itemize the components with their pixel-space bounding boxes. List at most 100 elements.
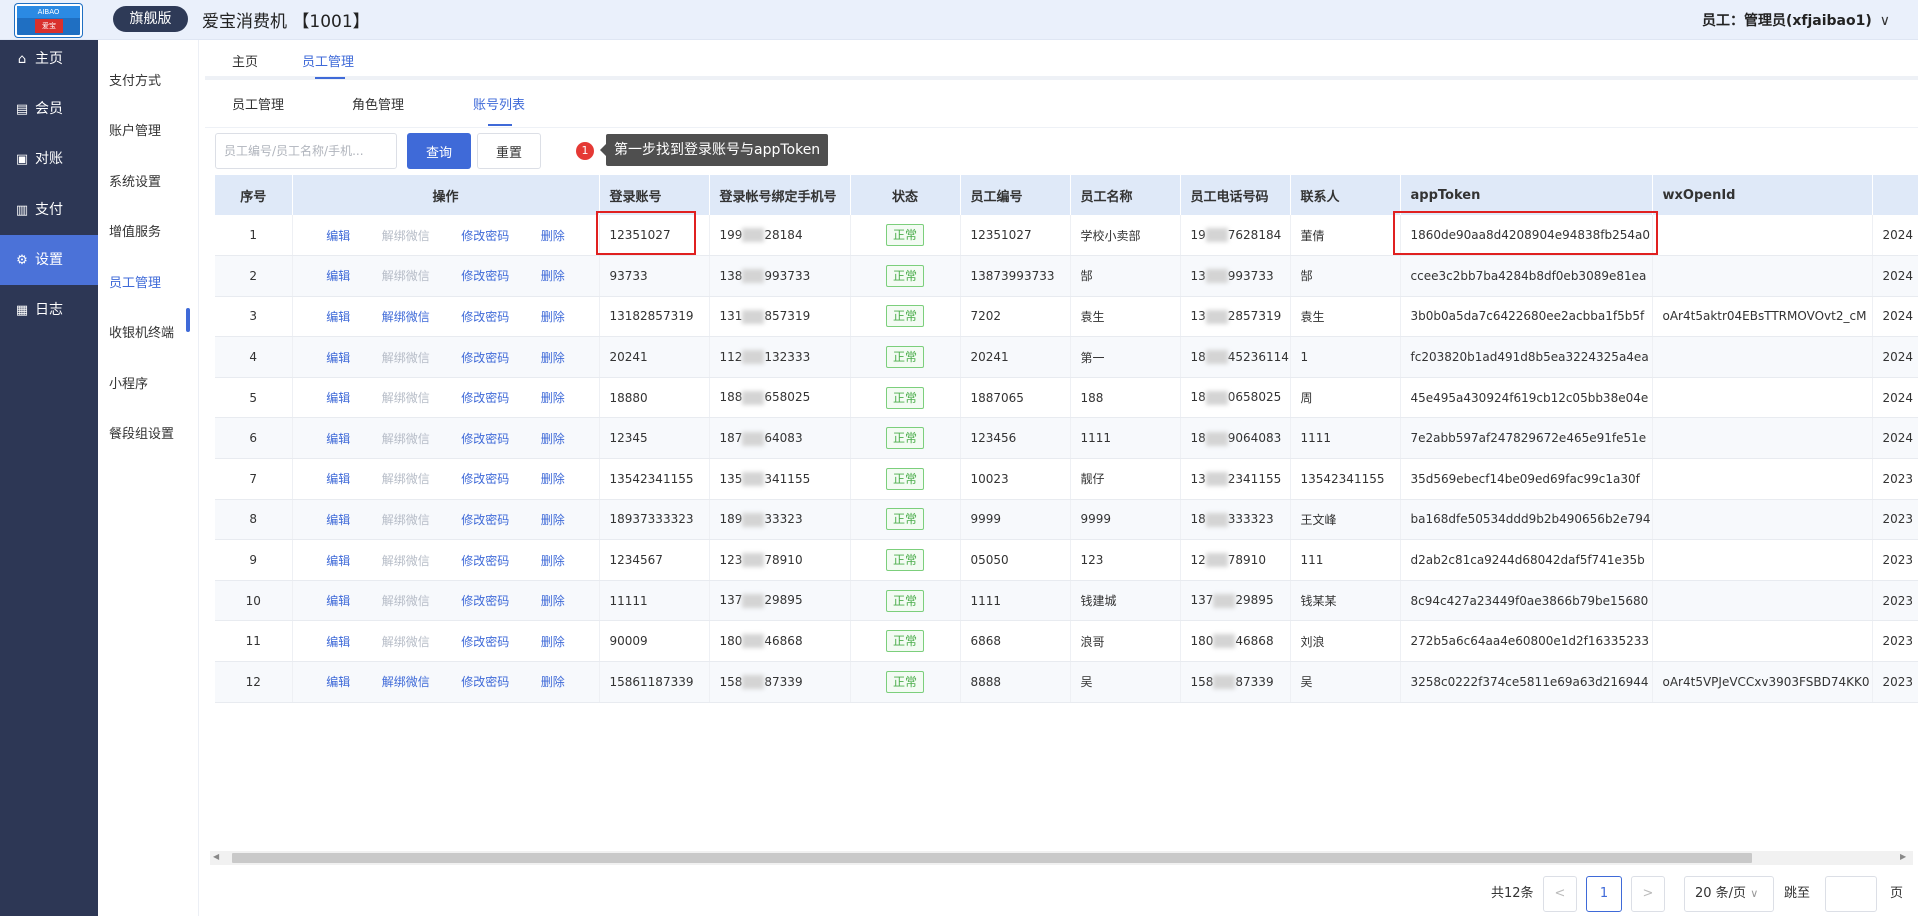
nav-item-2[interactable]: ▣ 对账 — [0, 134, 98, 184]
redacted-block — [1205, 228, 1228, 243]
delete-link[interactable]: 删除 — [541, 470, 565, 487]
delete-link[interactable]: 删除 — [541, 308, 565, 325]
nav-item-1[interactable]: ▤ 会员 — [0, 84, 98, 134]
change-password-link[interactable]: 修改密码 — [461, 511, 509, 528]
edit-link[interactable]: 编辑 — [326, 592, 350, 609]
submenu-item-1[interactable]: 账户管理 — [109, 120, 161, 139]
submenu-item-2[interactable]: 系统设置 — [109, 171, 161, 190]
cell-login: 13542341155 — [599, 458, 710, 500]
cell-wxopenid: oAr4t5aktr04EBsTTRMOVOvt2_cM — [1652, 296, 1873, 338]
submenu-item-4[interactable]: 员工管理 — [109, 272, 161, 291]
change-password-link[interactable]: 修改密码 — [461, 227, 509, 244]
unbind-wechat-link[interactable]: 解绑微信 — [382, 308, 430, 325]
edit-link[interactable]: 编辑 — [326, 389, 350, 406]
aibao-logo: AIBAO 爱宝 — [15, 4, 82, 37]
tab-account-list[interactable]: 账号列表 — [473, 94, 525, 113]
cell-actions: 编辑 解绑微信 修改密码 删除 — [292, 336, 600, 378]
cell-actions: 编辑 解绑微信 修改密码 删除 — [292, 458, 600, 500]
cell-emptel: 137 29895 — [1180, 580, 1291, 622]
delete-link[interactable]: 删除 — [541, 349, 565, 366]
change-password-link[interactable]: 修改密码 — [461, 267, 509, 284]
change-password-link[interactable]: 修改密码 — [461, 592, 509, 609]
edit-link[interactable]: 编辑 — [326, 349, 350, 366]
edit-link[interactable]: 编辑 — [326, 673, 350, 690]
row-actions: 编辑 解绑微信 修改密码 删除 — [303, 552, 589, 569]
delete-link[interactable]: 删除 — [541, 673, 565, 690]
next-page-button[interactable]: > — [1631, 876, 1665, 912]
cell-actions: 编辑 解绑微信 修改密码 删除 — [292, 377, 600, 419]
submenu-item-7[interactable]: 餐段组设置 — [109, 423, 174, 442]
submenu-item-6[interactable]: 小程序 — [109, 373, 148, 392]
user-menu[interactable]: 员工：管理员(xfjaibao1) ∨ — [1702, 10, 1890, 30]
edit-link[interactable]: 编辑 — [326, 633, 350, 650]
delete-link[interactable]: 删除 — [541, 389, 565, 406]
submenu-item-0[interactable]: 支付方式 — [109, 70, 161, 89]
tab-home[interactable]: 主页 — [232, 51, 258, 70]
nav-item-3[interactable]: ▥ 支付 — [0, 185, 98, 235]
cell-login: 11111 — [599, 580, 710, 622]
unbind-wechat-link[interactable]: 解绑微信 — [382, 673, 430, 690]
edit-link[interactable]: 编辑 — [326, 308, 350, 325]
edit-link[interactable]: 编辑 — [326, 511, 350, 528]
tel-suffix: 333323 — [1227, 512, 1274, 527]
nav-item-label: 主页 — [35, 51, 63, 67]
account-table: 序号 操作 登录账号 登录帐号绑定手机号 状态 员工编号 员工名称 员工电话号码… — [215, 175, 1918, 703]
change-password-link[interactable]: 修改密码 — [461, 470, 509, 487]
change-password-link[interactable]: 修改密码 — [461, 430, 509, 447]
change-password-link[interactable]: 修改密码 — [461, 633, 509, 650]
edit-link[interactable]: 编辑 — [326, 552, 350, 569]
page-size-select[interactable]: 20 条/页 ∨ — [1684, 876, 1774, 912]
tab-employee-management[interactable]: 员工管理 — [302, 51, 354, 70]
redacted-block — [742, 512, 765, 527]
horizontal-scrollbar-thumb[interactable] — [232, 853, 1752, 863]
reset-button[interactable]: 重置 — [477, 133, 541, 169]
tel-prefix: 13 — [1190, 309, 1206, 324]
delete-link[interactable]: 删除 — [541, 267, 565, 284]
delete-link[interactable]: 删除 — [541, 633, 565, 650]
cell-bound-phone: 158 87339 — [709, 661, 851, 703]
redacted-block — [1205, 390, 1228, 405]
edit-link[interactable]: 编辑 — [326, 267, 350, 284]
delete-link[interactable]: 删除 — [541, 511, 565, 528]
change-password-link[interactable]: 修改密码 — [461, 389, 509, 406]
goto-page-input[interactable] — [1825, 876, 1877, 912]
delete-link[interactable]: 删除 — [541, 227, 565, 244]
change-password-link[interactable]: 修改密码 — [461, 349, 509, 366]
cell-wxopenid — [1652, 215, 1873, 257]
col-header-empname: 员工名称 — [1070, 175, 1181, 215]
submenu-item-5[interactable]: 收银机终端 — [109, 322, 174, 341]
member-icon: ▤ — [15, 102, 29, 117]
change-password-link[interactable]: 修改密码 — [461, 552, 509, 569]
submenu-item-3[interactable]: 增值服务 — [109, 221, 161, 240]
search-input[interactable] — [215, 133, 397, 169]
edit-link[interactable]: 编辑 — [326, 470, 350, 487]
cell-empname: 第一 — [1070, 336, 1181, 378]
cell-emptel: 180 46868 — [1180, 620, 1291, 663]
row-actions: 编辑 解绑微信 修改密码 删除 — [303, 349, 589, 366]
cell-wxopenid — [1652, 458, 1873, 500]
prev-page-button[interactable]: < — [1543, 876, 1577, 912]
edit-link[interactable]: 编辑 — [326, 430, 350, 447]
page-number-button[interactable]: 1 — [1586, 876, 1622, 912]
cell-empno: 123456 — [960, 417, 1071, 460]
nav-item-4[interactable]: ⚙ 设置 — [0, 235, 98, 285]
table-row: 6 编辑 解绑微信 修改密码 删除 12345 187 64083 正常 123456 1111 18… — [215, 417, 1918, 460]
change-password-link[interactable]: 修改密码 — [461, 308, 509, 325]
scroll-right-icon[interactable]: ▶ — [1900, 852, 1906, 861]
col-header-contact: 联系人 — [1290, 175, 1401, 215]
page-tabs — [205, 40, 1918, 80]
tab-role-management[interactable]: 角色管理 — [352, 94, 404, 113]
query-button[interactable]: 查询 — [407, 133, 471, 169]
edit-link[interactable]: 编辑 — [326, 227, 350, 244]
col-header-apptoken: appToken — [1400, 175, 1653, 215]
cell-empname: 188 — [1070, 377, 1181, 419]
delete-link[interactable]: 删除 — [541, 592, 565, 609]
cell-no: 1 — [215, 215, 293, 257]
change-password-link[interactable]: 修改密码 — [461, 673, 509, 690]
delete-link[interactable]: 删除 — [541, 430, 565, 447]
nav-item-0[interactable]: ⌂ 主页 — [0, 34, 98, 84]
nav-item-5[interactable]: ▦ 日志 — [0, 285, 98, 335]
scroll-left-icon[interactable]: ◀ — [213, 852, 219, 861]
delete-link[interactable]: 删除 — [541, 552, 565, 569]
tab-employee-list[interactable]: 员工管理 — [232, 94, 284, 113]
